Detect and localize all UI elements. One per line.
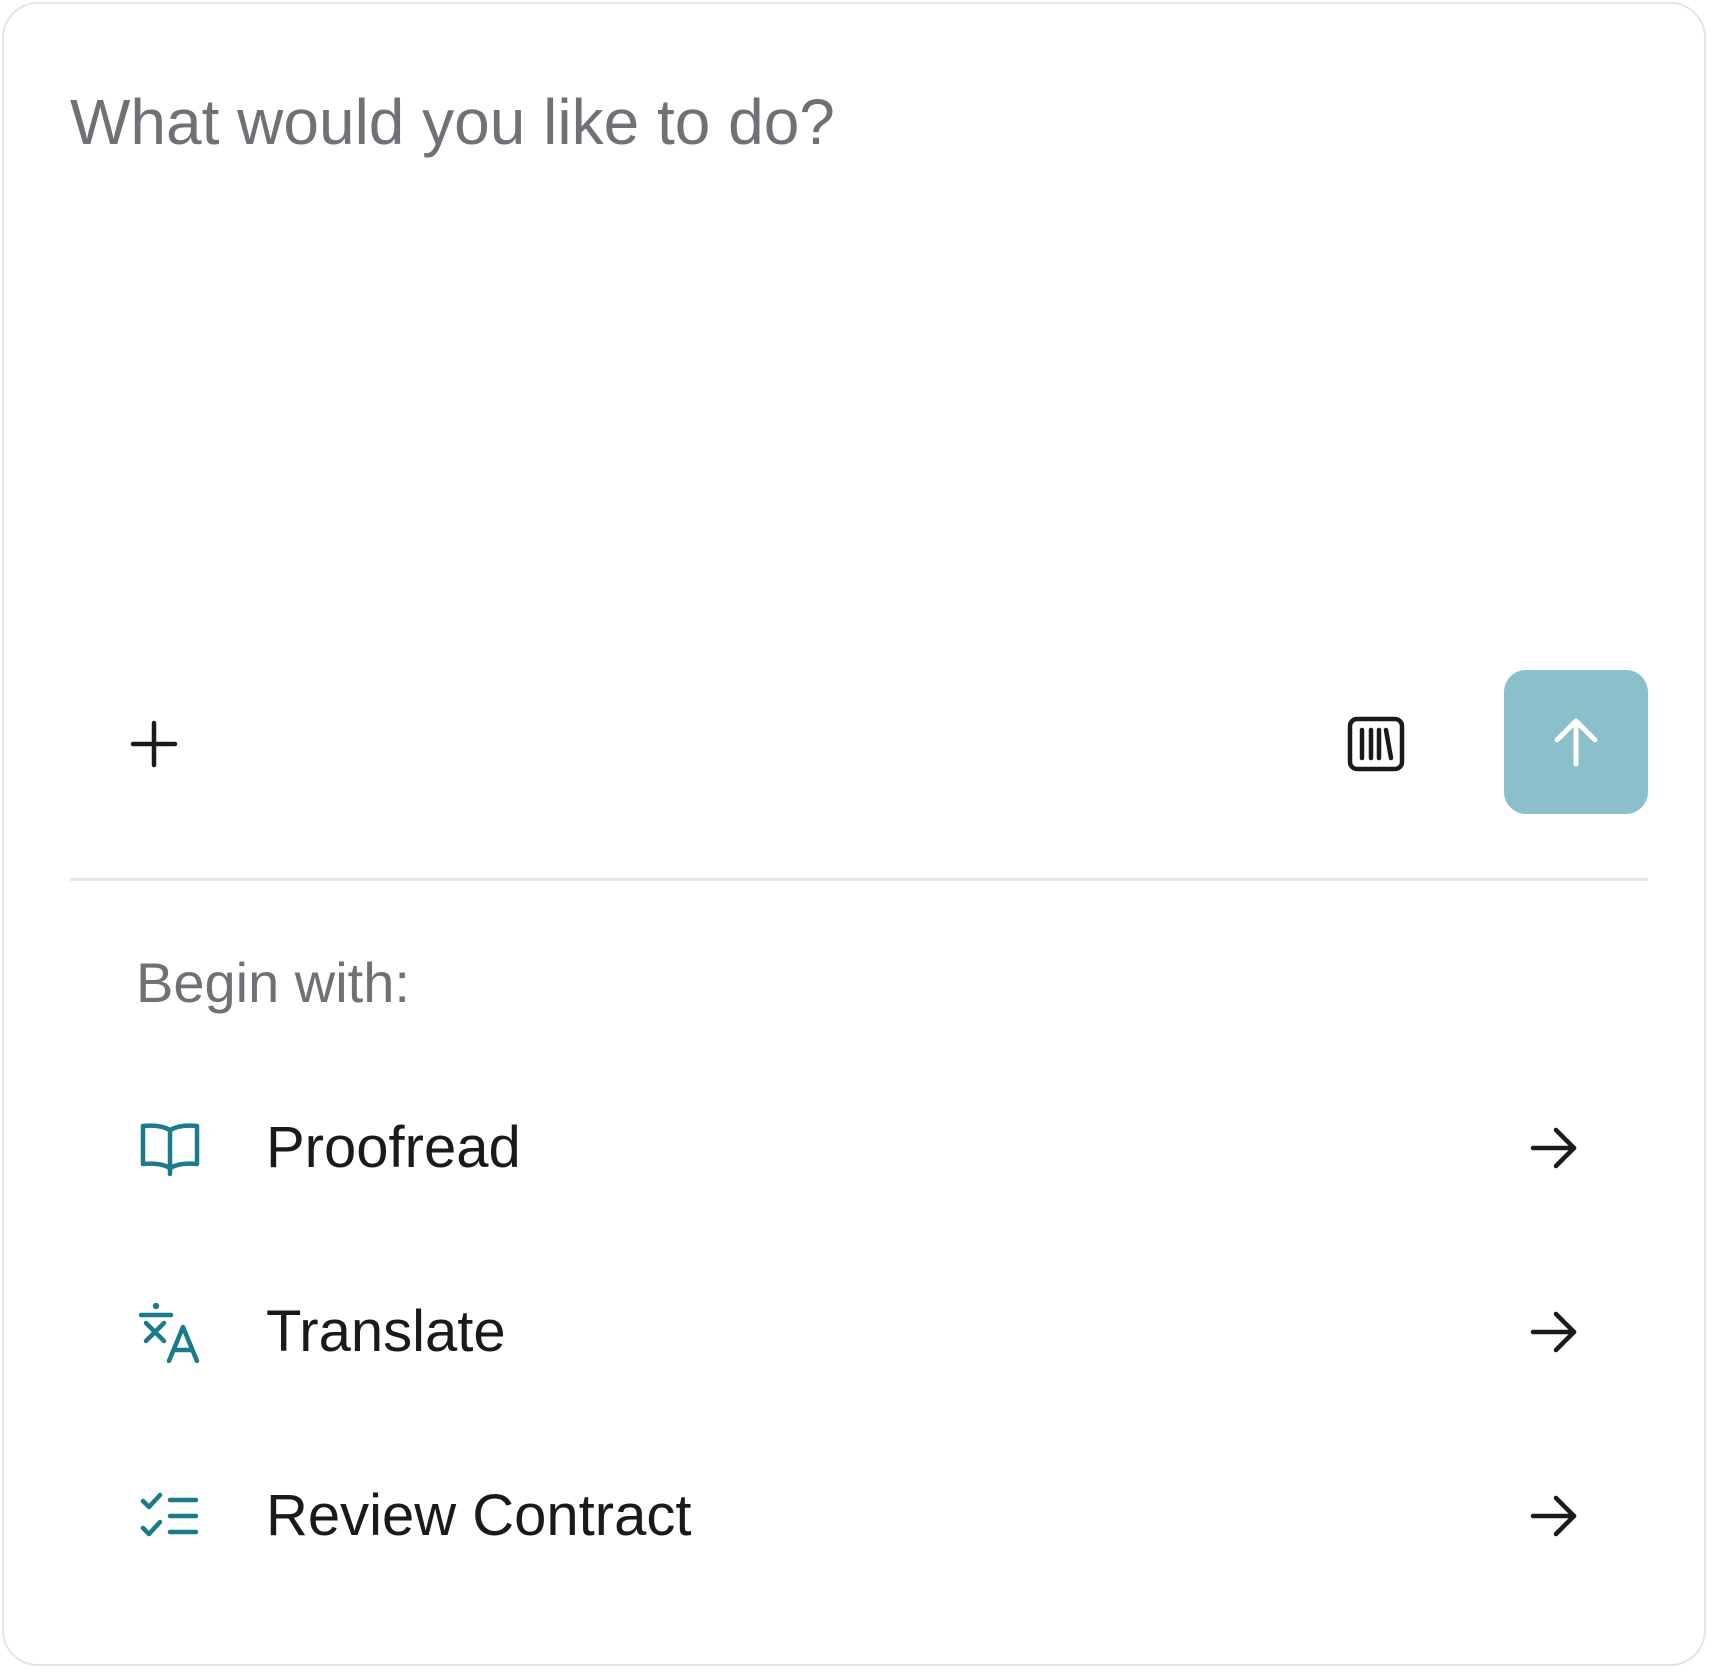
suggestion-proofread[interactable]: Proofread xyxy=(124,1056,1584,1240)
send-button[interactable] xyxy=(1504,670,1648,814)
prompt-card: Begin with: Proofread xyxy=(2,2,1706,1666)
prompt-area[interactable] xyxy=(70,76,1640,596)
add-button[interactable] xyxy=(110,700,198,788)
checklist-icon xyxy=(134,1480,206,1552)
suggestion-list: Proofread Translate Review Contract xyxy=(124,1056,1584,1608)
translate-icon xyxy=(134,1296,206,1368)
arrow-right-icon xyxy=(1524,1302,1584,1362)
arrow-up-icon xyxy=(1554,718,1598,767)
suggestion-label: Translate xyxy=(266,1299,506,1364)
arrow-right-icon xyxy=(1524,1118,1584,1178)
divider xyxy=(70,878,1648,881)
suggestion-label: Proofread xyxy=(266,1115,521,1180)
suggestion-label: Review Contract xyxy=(266,1483,692,1548)
library-icon xyxy=(1347,716,1405,772)
suggestion-review-contract[interactable]: Review Contract xyxy=(124,1424,1584,1608)
open-book-icon xyxy=(134,1112,206,1184)
prompt-input[interactable] xyxy=(70,76,1640,596)
plus-icon xyxy=(130,720,178,768)
suggestion-translate[interactable]: Translate xyxy=(124,1240,1584,1424)
arrow-right-icon xyxy=(1524,1486,1584,1546)
composer-toolbar xyxy=(70,670,1648,818)
suggestions-heading: Begin with: xyxy=(136,951,410,1014)
library-button[interactable] xyxy=(1332,700,1420,788)
